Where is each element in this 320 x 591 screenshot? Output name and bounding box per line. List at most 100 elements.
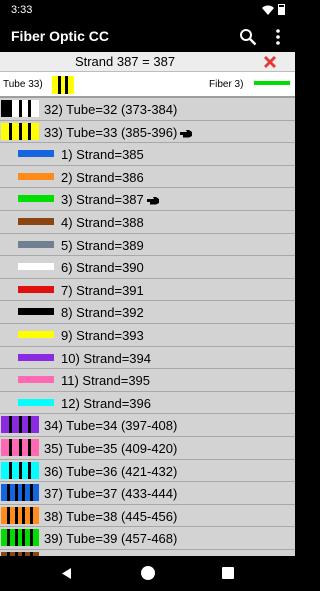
fiber-color-swatch [18,150,54,158]
tracer-stripe [29,484,33,502]
tracer-stripe [18,416,22,434]
tracer-stripe [18,461,22,479]
app-title: Fiber Optic CC [11,28,110,44]
tube-row[interactable]: 32) Tube=32 (373-384) [0,98,295,121]
tube-color-swatch [1,438,39,456]
status-bar: 3:33 [0,0,295,22]
strand-row[interactable]: 5) Strand=389 [0,233,295,257]
pointing-hand-icon [180,129,193,138]
strand-list[interactable]: 32) Tube=32 (373-384) 33) Tube=33 (385-39… [0,98,295,556]
navigation-bar [0,556,295,591]
selection-detail: Tube 33) Fiber 3) [0,72,295,98]
tube-color-swatch [1,416,39,434]
tracer-stripe [28,438,31,456]
strand-label: 10) Strand=394 [61,350,151,366]
strand-label: 4) Strand=388 [61,214,144,230]
strand-label: 12) Strand=396 [61,395,151,411]
strand-row[interactable]: 10) Strand=394 [0,346,295,370]
app-bar: Fiber Optic CC [0,22,295,52]
selected-tube-swatch [52,76,74,94]
tube-row[interactable]: 39) Tube=39 (457-468) [0,527,295,550]
strand-row[interactable]: 3) Strand=387 [0,188,295,211]
strand-label: 6) Strand=390 [61,260,144,276]
tracer-stripe [29,506,33,524]
tube-label: 34) Tube=34 (397-408) [44,418,178,434]
tube-label: 33) Tube=33 (385-396) [44,125,193,140]
strand-label: 2) Strand=386 [61,169,144,185]
strand-row[interactable]: 1) Strand=385 [0,143,295,166]
strand-row[interactable]: 6) Strand=390 [0,256,295,279]
strand-row[interactable]: 2) Strand=386 [0,165,295,189]
fiber-color-swatch [18,172,54,180]
tube-row[interactable]: 36) Tube=36 (421-432) [0,459,295,483]
fiber-color-swatch [18,376,54,384]
status-time: 3:33 [11,4,33,16]
tube-color-swatch [1,529,39,547]
tracer-stripe [29,529,33,547]
tracer-stripe [18,122,22,140]
fiber-color-swatch [18,240,54,248]
recents-icon[interactable] [222,567,234,579]
fiber-color-swatch [18,195,54,203]
tube-label: 39) Tube=39 (457-468) [44,531,178,547]
content-area: Strand 387 = 387 Tube 33) Fiber 3) 32) T… [0,52,295,556]
tracer-stripe [28,416,31,434]
strand-row[interactable]: 11) Strand=395 [0,369,295,392]
fiber-color-swatch [18,330,54,338]
tube-label: 36) Tube=36 (421-432) [44,463,178,479]
tracer-stripe [22,529,26,547]
tracer-stripe [14,506,18,524]
fiber-color-swatch [18,217,54,225]
tracer-stripe [9,122,12,140]
tube-row[interactable]: 38) Tube=38 (445-456) [0,504,295,528]
tube-color-swatch [1,484,39,502]
strand-row[interactable]: 4) Strand=388 [0,210,295,234]
tracer-stripe [65,76,69,94]
home-icon[interactable] [141,566,155,580]
strand-label: 1) Strand=385 [61,147,144,163]
fiber-color-swatch [18,308,54,316]
tracer-stripe [28,122,31,140]
more-vert-icon[interactable] [273,27,283,47]
tracer-stripe [9,416,12,434]
selected-fiber-label: Fiber 3) [209,79,244,90]
tracer-stripe [28,100,31,117]
fiber-color-swatch [18,353,54,361]
strand-label: 7) Strand=391 [61,282,144,298]
tube-row[interactable]: 34) Tube=34 (397-408) [0,414,295,437]
strand-label: 5) Strand=389 [61,237,144,253]
fiber-color-swatch [18,398,54,406]
strand-label: 11) Strand=395 [61,373,151,389]
tracer-stripe [22,506,26,524]
tracer-stripe [7,484,11,502]
tracer-stripe [9,438,12,456]
strand-row[interactable]: 12) Strand=396 [0,391,295,415]
back-icon[interactable] [60,567,73,580]
selected-strand-text: Strand 387 = 387 [74,54,176,69]
strand-label: 9) Strand=393 [61,327,144,343]
tracer-stripe [22,484,26,502]
tracer-stripe [57,76,61,94]
fiber-color-swatch [18,263,54,271]
tracer-stripe [7,529,11,547]
tracer-stripe [28,461,31,479]
strand-row[interactable]: 7) Strand=391 [0,278,295,302]
tracer-stripe [14,484,18,502]
tube-row[interactable]: 37) Tube=37 (433-444) [0,482,295,505]
tube-row[interactable]: 33) Tube=33 (385-396) [0,120,295,144]
close-icon[interactable] [263,55,277,69]
pointing-hand-icon [146,197,159,205]
tracer-stripe [7,506,11,524]
strand-row[interactable]: 9) Strand=393 [0,323,295,347]
tube-color-swatch [1,122,39,140]
strand-row[interactable]: 8) Strand=392 [0,301,295,324]
tube-row[interactable]: 35) Tube=35 (409-420) [0,436,295,460]
wifi-icon [262,5,274,15]
tracer-stripe [9,461,12,479]
tracer-stripe [18,438,22,456]
tube-color-swatch [1,100,39,117]
strand-label: 3) Strand=387 [61,192,160,207]
tube-color-swatch [1,461,39,479]
selected-fiber-swatch [254,81,290,85]
search-icon[interactable] [239,28,257,46]
